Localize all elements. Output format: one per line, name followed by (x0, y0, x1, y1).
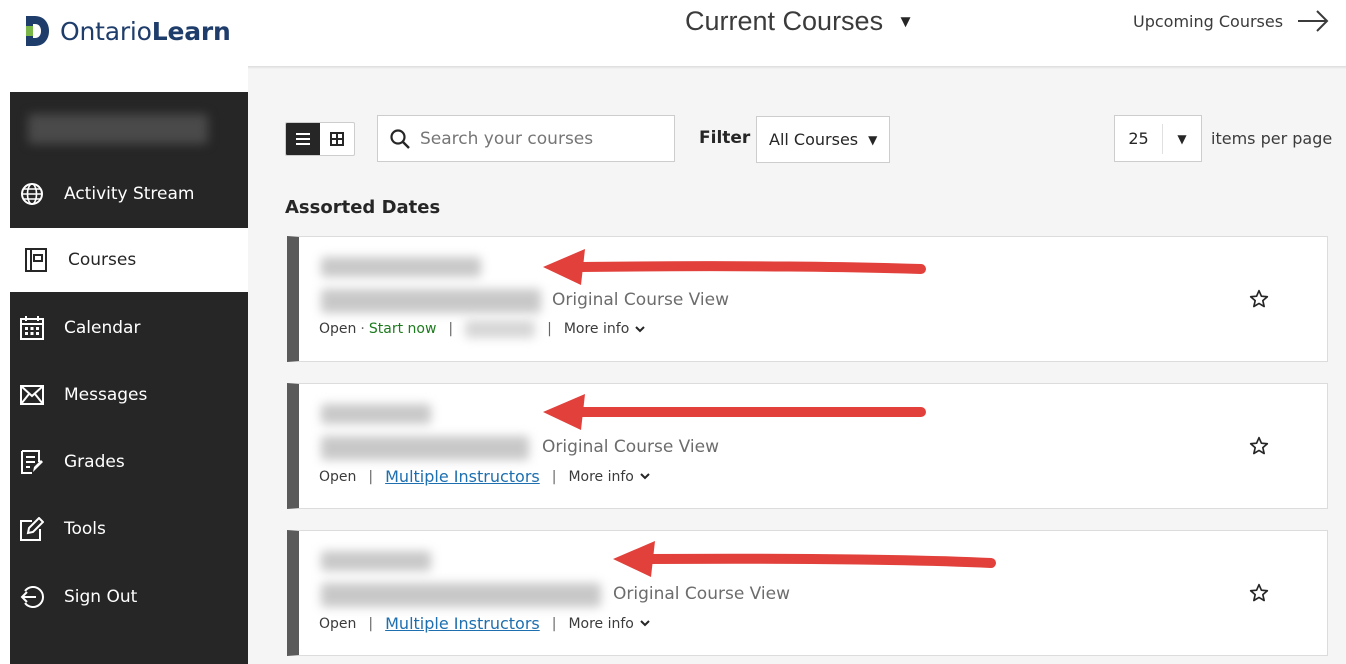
course-id-blurred (321, 257, 481, 277)
arrow-right-icon (1298, 10, 1329, 32)
course-id-blurred (321, 551, 431, 571)
course-search-box (377, 115, 675, 162)
separator: | (547, 321, 552, 337)
logo-text: OntarioLearn (60, 16, 231, 46)
page-title-dropdown[interactable]: Current Courses ▼ (685, 6, 914, 37)
favorite-star-icon[interactable] (1249, 583, 1269, 603)
start-now-link[interactable]: Start now (369, 321, 437, 337)
chevron-down-icon (640, 473, 650, 480)
grid-view-button[interactable] (320, 123, 354, 155)
course-meta: Open · Start now | | More info (319, 320, 645, 338)
items-per-page-label: items per page (1211, 129, 1333, 148)
tools-icon (20, 517, 44, 541)
course-meta: Open | Multiple Instructors | More info (319, 614, 650, 633)
course-view-label: Original Course View (542, 437, 720, 457)
more-info-toggle[interactable]: More info (564, 321, 645, 337)
course-view-label: Original Course View (613, 584, 791, 604)
caret-down-icon: ▼ (897, 11, 914, 31)
page-title: Current Courses (685, 6, 884, 36)
annotation-arrow (543, 394, 926, 430)
items-per-page-value: 25 (1115, 123, 1163, 154)
sidebar-item-tools[interactable]: Tools (10, 497, 248, 561)
course-title-blurred[interactable] (321, 436, 529, 460)
sidebar: Activity Stream Courses Calendar Message… (10, 92, 248, 664)
instructor-blurred[interactable] (465, 320, 536, 338)
course-card[interactable]: Original Course View Open | Multiple Ins… (287, 383, 1328, 509)
course-title-blurred[interactable] (321, 583, 601, 607)
grid-view-icon (330, 132, 344, 146)
annotation-arrow (613, 541, 996, 577)
list-view-button[interactable] (286, 123, 320, 155)
separator: | (448, 321, 454, 337)
chevron-down-icon (635, 325, 645, 332)
course-meta: Open | Multiple Instructors | More info (319, 467, 650, 486)
dot-separator: · (360, 321, 365, 337)
sidebar-item-label: Messages (64, 385, 148, 405)
sidebar-item-label: Tools (64, 519, 106, 539)
sidebar-item-sign-out[interactable]: Sign Out (10, 565, 248, 629)
favorite-star-icon[interactable] (1249, 289, 1269, 309)
favorite-star-icon[interactable] (1249, 436, 1269, 456)
course-status: Open (319, 615, 357, 632)
sidebar-item-courses[interactable]: Courses (10, 228, 248, 292)
view-toggle (285, 122, 355, 156)
sidebar-item-label: Grades (64, 452, 125, 472)
upcoming-courses-link[interactable]: Upcoming Courses (1133, 10, 1329, 32)
profile-name-blurred[interactable] (28, 114, 208, 144)
instructors-link[interactable]: Multiple Instructors (385, 467, 540, 486)
term-group-heading: Assorted Dates (285, 197, 441, 218)
chevron-down-icon (640, 620, 650, 627)
search-icon (390, 128, 410, 149)
grades-icon (20, 450, 44, 474)
course-status: Open (319, 321, 357, 337)
sidebar-item-activity-stream[interactable]: Activity Stream (10, 162, 248, 226)
logo-mark-icon (26, 16, 49, 46)
sign-out-icon (20, 585, 44, 609)
annotation-arrow (543, 249, 926, 285)
separator: | (368, 468, 374, 485)
filter-select[interactable]: All Courses ▼ (756, 116, 890, 163)
separator: | (551, 468, 557, 485)
course-view-label: Original Course View (552, 290, 730, 310)
caret-down-icon: ▼ (868, 132, 878, 147)
ontario-learn-logo[interactable]: OntarioLearn (22, 14, 231, 48)
sidebar-item-label: Courses (68, 250, 137, 270)
sidebar-item-label: Sign Out (64, 587, 138, 607)
instructors-link[interactable]: Multiple Instructors (385, 614, 540, 633)
more-info-label: More info (563, 321, 630, 337)
separator: | (368, 615, 374, 632)
course-card[interactable]: Original Course View Open · Start now | … (287, 236, 1328, 362)
sidebar-item-grades[interactable]: Grades (10, 430, 248, 494)
course-title-blurred[interactable] (321, 289, 541, 313)
course-card[interactable]: Original Course View Open | Multiple Ins… (287, 530, 1328, 656)
items-per-page-select[interactable]: 25 ▼ (1114, 115, 1202, 162)
upcoming-courses-label: Upcoming Courses (1133, 11, 1284, 31)
sidebar-item-messages[interactable]: Messages (10, 363, 248, 427)
filter-label: Filter (699, 128, 751, 148)
list-view-icon (296, 133, 310, 145)
separator: | (551, 615, 557, 632)
envelope-icon (20, 383, 44, 407)
top-header: OntarioLearn Current Courses ▼ Upcoming … (0, 0, 1346, 68)
calendar-icon (20, 316, 44, 340)
course-id-blurred (321, 404, 431, 424)
globe-icon (20, 182, 44, 206)
caret-down-icon: ▼ (1177, 131, 1187, 146)
sidebar-item-calendar[interactable]: Calendar (10, 296, 248, 360)
sidebar-item-label: Activity Stream (64, 184, 195, 204)
filter-value: All Courses (769, 130, 859, 149)
more-info-toggle[interactable]: More info (568, 615, 650, 632)
course-status: Open (319, 468, 357, 485)
search-input[interactable] (420, 128, 650, 149)
more-info-label: More info (568, 615, 634, 632)
courses-icon (24, 248, 48, 272)
more-info-toggle[interactable]: More info (568, 468, 650, 485)
more-info-label: More info (568, 468, 634, 485)
sidebar-item-label: Calendar (64, 318, 141, 338)
